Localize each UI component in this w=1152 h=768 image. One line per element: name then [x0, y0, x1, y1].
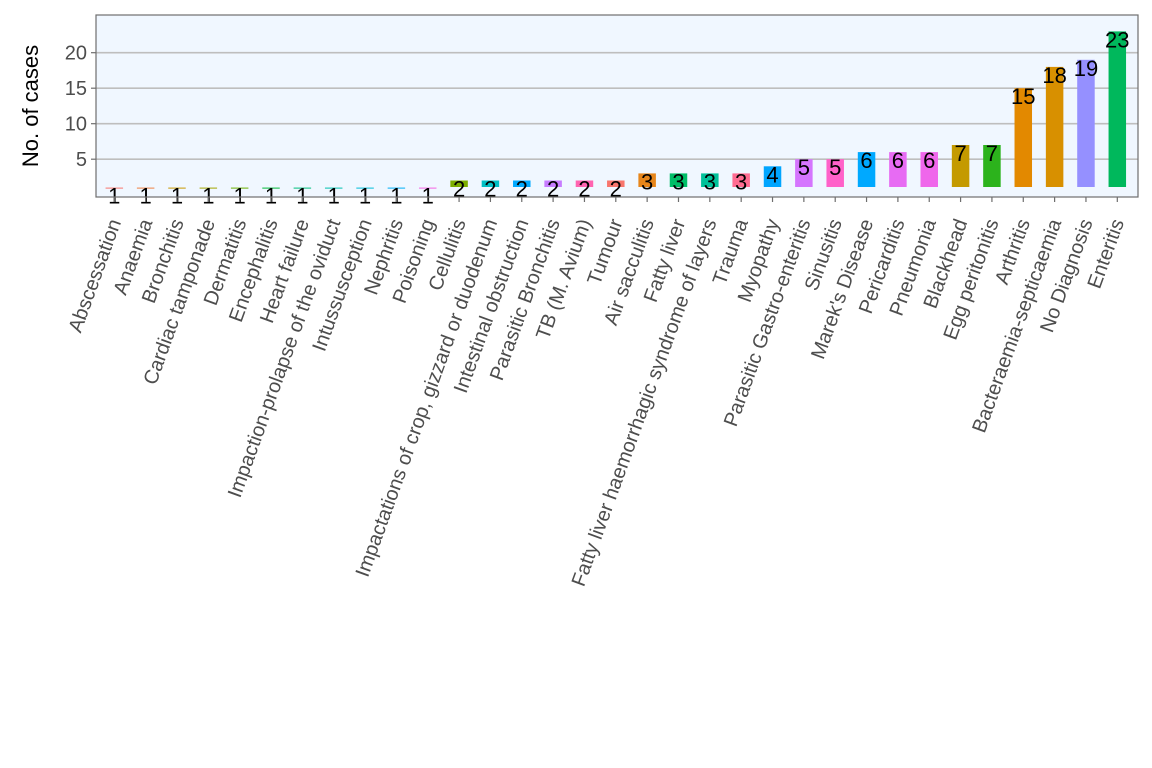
- value-label: 3: [641, 169, 653, 194]
- value-label: 1: [234, 184, 246, 209]
- value-label: 3: [735, 169, 747, 194]
- value-label: 18: [1042, 63, 1066, 88]
- value-label: 1: [359, 184, 371, 209]
- value-label: 6: [860, 148, 872, 173]
- value-label: 3: [672, 169, 684, 194]
- x-axis: AbscessationAnaemiaBronchitisCardiac tam…: [65, 197, 1129, 589]
- value-label: 3: [704, 169, 716, 194]
- value-label: 1: [265, 184, 277, 209]
- value-label: 7: [986, 141, 998, 166]
- y-axis: 5 10 15 20: [65, 43, 96, 171]
- value-label: 5: [829, 155, 841, 180]
- value-label: 19: [1074, 56, 1098, 81]
- value-label: 23: [1105, 27, 1129, 52]
- bar: [1108, 31, 1127, 188]
- plot-panel: [96, 15, 1138, 197]
- bar-chart: 1 1 1 1 1 1 1 1 1 1 1 2 2 2 2 2 2 3 3 3 3 4 5 5 6 6 6 7 71518 1923 51…: [18, 14, 1139, 589]
- value-label: 6: [923, 148, 935, 173]
- value-label: 7: [954, 141, 966, 166]
- value-label: 1: [171, 184, 183, 209]
- value-label: 4: [766, 162, 778, 187]
- y-tick-label: 10: [65, 114, 87, 136]
- value-label: 1: [108, 184, 120, 209]
- value-label: 1: [140, 184, 152, 209]
- y-tick-label: 15: [65, 78, 87, 100]
- value-label: 6: [892, 148, 904, 173]
- value-label: 1: [202, 184, 214, 209]
- value-label: 1: [296, 184, 308, 209]
- value-label: 1: [328, 184, 340, 209]
- y-tick-label: 20: [65, 43, 87, 65]
- value-label: 1: [390, 184, 402, 209]
- value-label: 5: [798, 155, 810, 180]
- value-label: 15: [1011, 84, 1035, 109]
- y-axis-title: No. of cases: [18, 45, 43, 167]
- value-label: 1: [422, 184, 434, 209]
- y-tick-label: 5: [76, 149, 87, 171]
